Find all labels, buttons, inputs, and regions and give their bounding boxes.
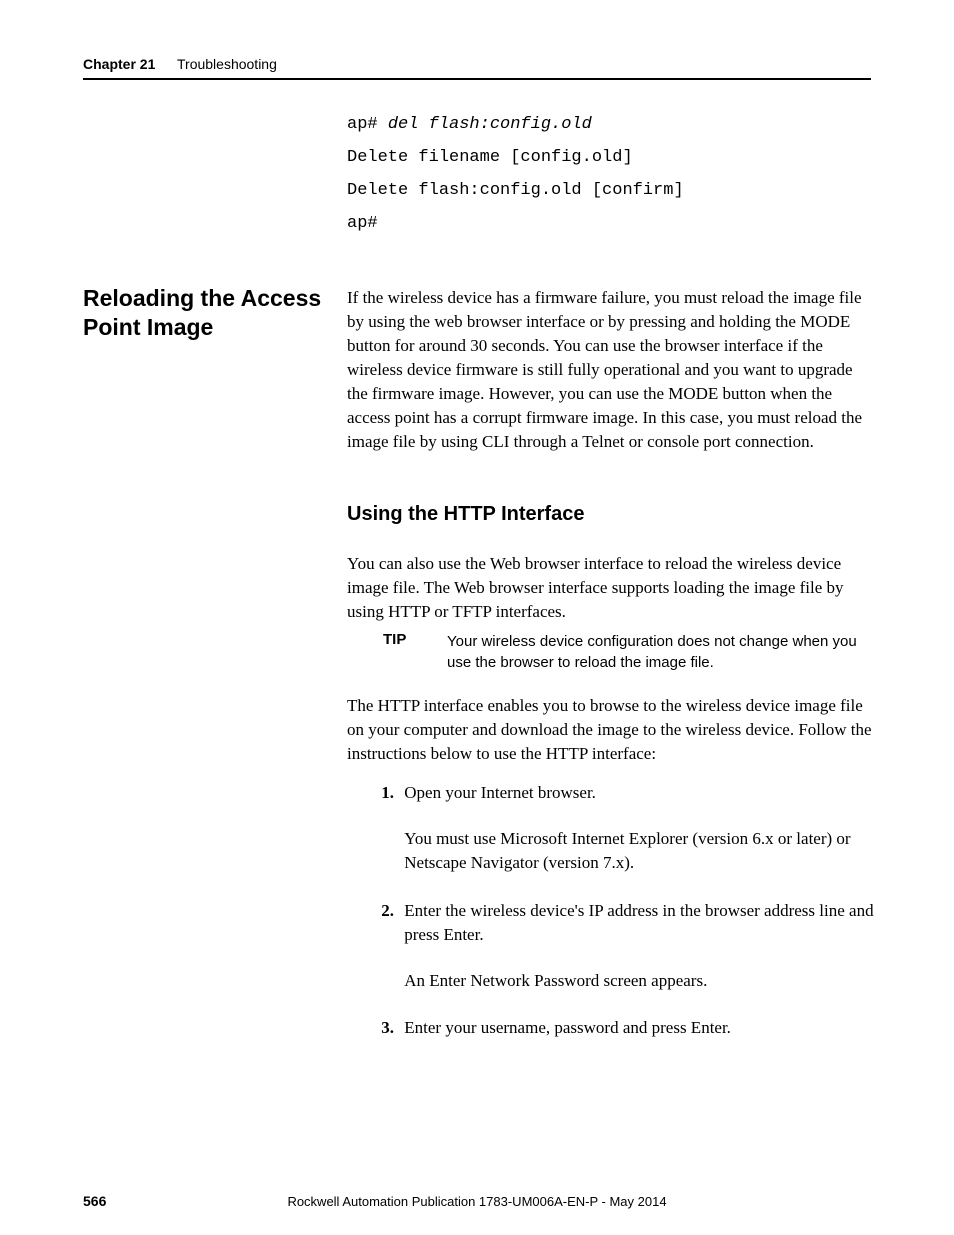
- chapter-label: Chapter 21: [83, 56, 155, 72]
- subsection-heading: Using the HTTP Interface: [347, 503, 584, 526]
- tip-callout: TIP Your wireless device configuration d…: [383, 631, 877, 673]
- code-block: ap# del flash:config.old Delete filename…: [347, 108, 684, 240]
- ordered-step: 3. Enter your username, password and pre…: [372, 1016, 877, 1040]
- document-page: Chapter 21 Troubleshooting ap# del flash…: [0, 0, 954, 1235]
- tip-text: Your wireless device configuration does …: [447, 631, 867, 673]
- step-number: 3.: [372, 1016, 394, 1040]
- code-line: ap# del flash:config.old: [347, 108, 684, 141]
- header-rule: [83, 78, 871, 80]
- section-heading: Reloading the Access Point Image: [83, 284, 328, 342]
- step-number: 1.: [372, 781, 394, 805]
- step-body: Open your Internet browser. You must use…: [404, 781, 874, 875]
- code-line: Delete filename [config.old]: [347, 141, 684, 174]
- step-number: 2.: [372, 899, 394, 923]
- step-body: Enter your username, password and press …: [404, 1016, 874, 1040]
- running-header: Chapter 21 Troubleshooting: [83, 56, 871, 72]
- step-body: Enter the wireless device's IP address i…: [404, 899, 874, 993]
- code-line: Delete flash:config.old [confirm]: [347, 174, 684, 207]
- body-paragraph: If the wireless device has a firmware fa…: [347, 286, 877, 454]
- chapter-title: Troubleshooting: [177, 56, 277, 72]
- body-paragraph: The HTTP interface enables you to browse…: [347, 694, 877, 766]
- code-line: ap#: [347, 207, 684, 240]
- body-paragraph: You can also use the Web browser interfa…: [347, 552, 877, 624]
- publication-footer: Rockwell Automation Publication 1783-UM0…: [0, 1194, 954, 1209]
- tip-label: TIP: [383, 631, 443, 648]
- ordered-step: 2. Enter the wireless device's IP addres…: [372, 899, 877, 993]
- ordered-step: 1. Open your Internet browser. You must …: [372, 781, 877, 875]
